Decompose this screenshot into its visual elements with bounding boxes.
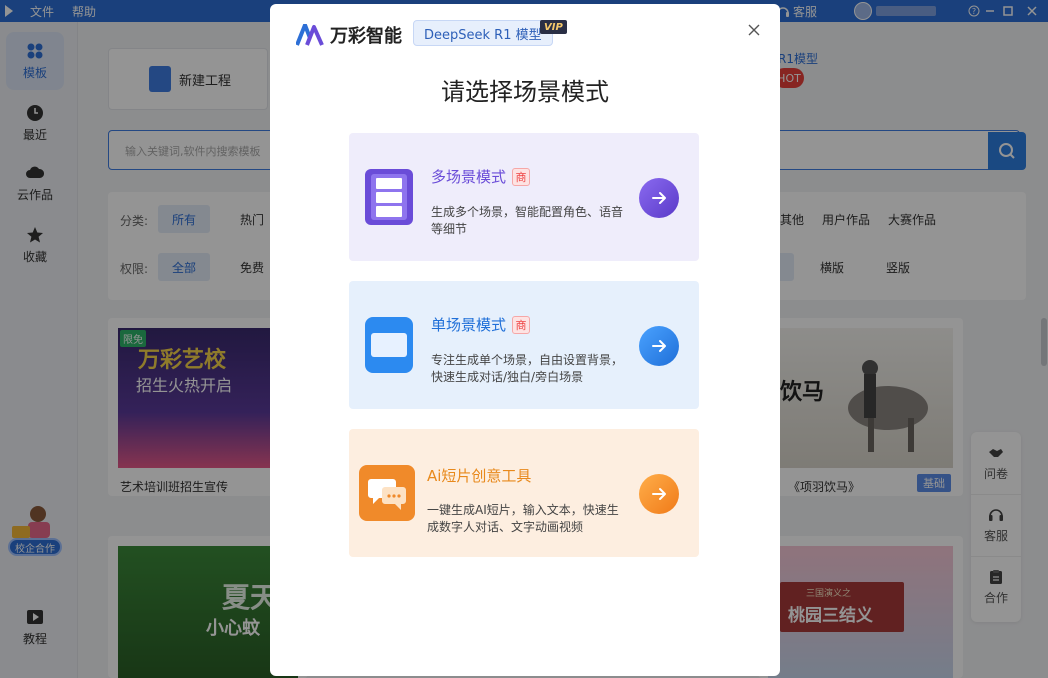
- window-screen-icon: [365, 317, 413, 373]
- option-title-row: 多场景模式 商: [431, 166, 531, 187]
- arrow-right-icon: [652, 488, 666, 500]
- option-description: 一键生成AI短片，输入文本，快速生成数字人对话、文字动画视频: [427, 503, 619, 534]
- close-icon: [748, 24, 760, 36]
- option-title-row: Ai短片创意工具: [427, 465, 531, 486]
- option-title-row: 单场景模式 商: [431, 314, 531, 335]
- option-multi-scene[interactable]: 多场景模式 商 生成多个场景，智能配置角色、语音等细节: [349, 133, 699, 261]
- option-title: 多场景模式: [431, 168, 507, 186]
- brand-name: 万彩智能: [330, 26, 402, 47]
- option-go-button[interactable]: [639, 326, 679, 366]
- option-title: Ai短片创意工具: [427, 467, 532, 485]
- scene-mode-dialog: 万彩智能 DeepSeek R1 模型 VIP 请选择场景模式 多场景模式 商 …: [270, 4, 780, 676]
- option-description: 专注生成单个场景，自由设置背景，快速生成对话/独白/旁白场景: [431, 353, 624, 384]
- commercial-badge: 商: [512, 315, 531, 334]
- dialog-title: 请选择场景模式: [441, 78, 609, 106]
- option-title: 单场景模式: [431, 316, 507, 334]
- film-strip-icon: [365, 169, 413, 225]
- arrow-right-icon: [652, 340, 666, 352]
- option-single-scene[interactable]: 单场景模式 商 专注生成单个场景，自由设置背景，快速生成对话/独白/旁白场景: [349, 281, 699, 409]
- commercial-badge: 商: [512, 167, 531, 186]
- model-badge: DeepSeek R1 模型: [413, 20, 553, 46]
- vip-badge: VIP: [540, 20, 567, 34]
- option-go-button[interactable]: [639, 178, 679, 218]
- close-dialog-button[interactable]: [744, 20, 764, 40]
- option-go-button[interactable]: [639, 474, 679, 514]
- brand-logo: 万彩智能: [296, 22, 402, 48]
- brand-logo-icon: [296, 24, 324, 46]
- arrow-right-icon: [652, 192, 666, 204]
- chat-bubbles-icon: [359, 465, 415, 521]
- option-ai-short-film[interactable]: Ai短片创意工具 一键生成AI短片，输入文本，快速生成数字人对话、文字动画视频: [349, 429, 699, 557]
- option-description: 生成多个场景，智能配置角色、语音等细节: [431, 205, 624, 236]
